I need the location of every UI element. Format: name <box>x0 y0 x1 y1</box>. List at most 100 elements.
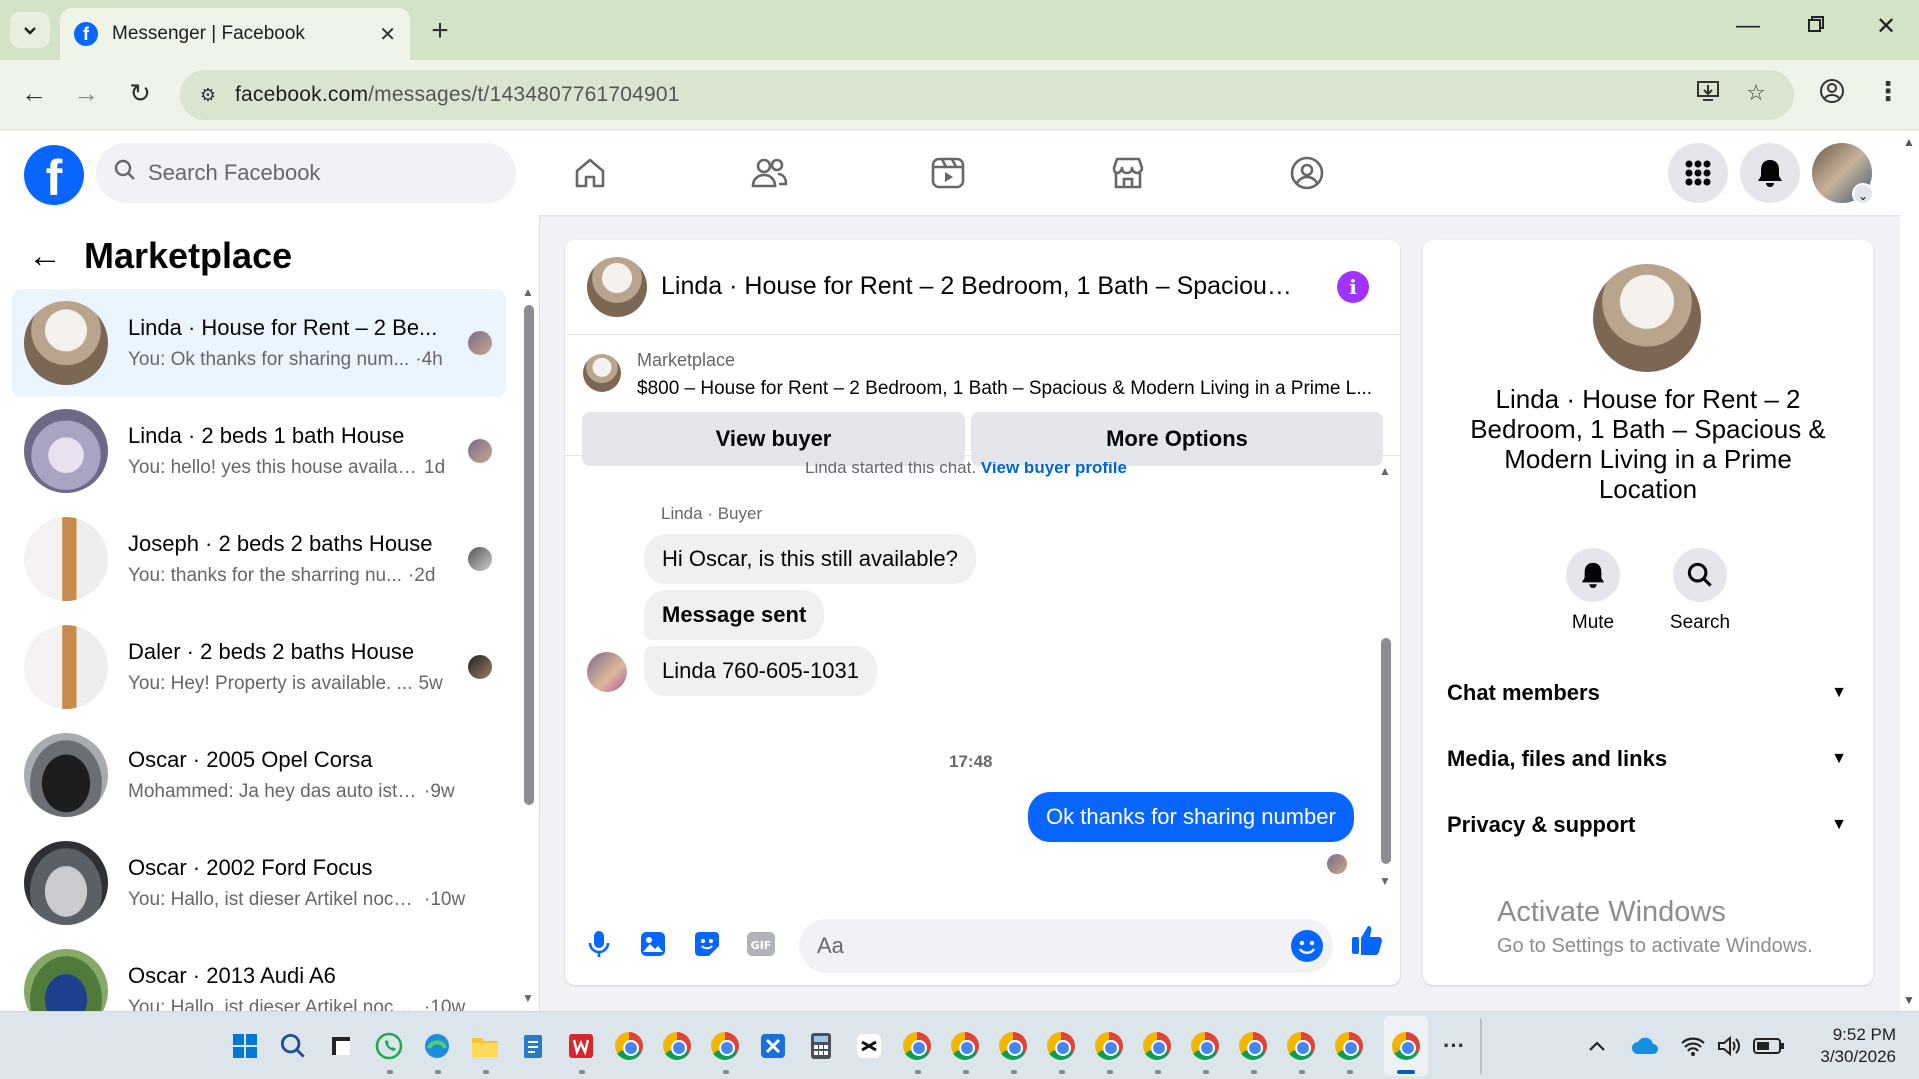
more-apps-button[interactable]: ··· <box>1437 1029 1471 1063</box>
page-scrollbar[interactable]: ▲ ▼ <box>1900 131 1919 1011</box>
conversation-list-scrollbar[interactable]: ▲ ▼ <box>520 285 538 1011</box>
notifications-button[interactable] <box>1740 143 1800 203</box>
message-bubble[interactable]: Message sent <box>644 590 825 640</box>
taskbar-search-icon[interactable] <box>276 1029 310 1063</box>
back-arrow-icon[interactable]: ← <box>28 237 62 276</box>
emoji-icon[interactable] <box>1291 930 1323 962</box>
vscode-icon[interactable] <box>756 1029 790 1063</box>
sticker-icon[interactable] <box>690 927 724 961</box>
scroll-up-icon[interactable]: ▲ <box>522 285 534 299</box>
tab-search-button[interactable] <box>10 12 50 48</box>
scroll-up-icon[interactable]: ▲ <box>1903 135 1915 149</box>
file-explorer-icon[interactable] <box>468 1029 502 1063</box>
calculator-icon[interactable] <box>804 1029 838 1063</box>
whatsapp-icon[interactable] <box>372 1029 406 1063</box>
onedrive-cloud-icon[interactable] <box>1628 1029 1662 1063</box>
conversation-item[interactable]: Oscar · 2005 Opel Corsa Mohammed: Ja hey… <box>12 721 506 829</box>
conversation-item[interactable]: Joseph · 2 beds 2 baths House You: thank… <box>12 505 506 613</box>
task-view-icon[interactable] <box>324 1029 358 1063</box>
photo-icon[interactable] <box>636 927 670 961</box>
conversation-item[interactable]: Linda · 2 beds 1 bath House You: hello! … <box>12 397 506 505</box>
mute-button[interactable]: Mute <box>1553 548 1633 634</box>
wifi-icon[interactable] <box>1676 1029 1710 1063</box>
scroll-down-icon[interactable]: ▼ <box>1903 993 1915 1007</box>
message-input[interactable]: Aa <box>799 919 1333 973</box>
browser-tab-messenger[interactable]: f Messenger | Facebook ✕ <box>60 8 410 60</box>
restore-window-button[interactable] <box>1796 12 1836 40</box>
capcut-icon[interactable] <box>852 1029 886 1063</box>
message-bubble[interactable]: Linda 760-605-1031 <box>644 646 877 696</box>
conversation-item[interactable]: Linda · House for Rent – 2 Be... You: Ok… <box>12 289 506 397</box>
show-hidden-icons-chevron-icon[interactable] <box>1580 1029 1614 1063</box>
scrollbar-thumb[interactable] <box>1381 638 1391 864</box>
facebook-logo[interactable]: f <box>24 145 84 206</box>
battery-icon[interactable] <box>1752 1029 1786 1063</box>
profile-icon[interactable] <box>1816 78 1848 110</box>
forward-button[interactable]: → <box>68 78 104 109</box>
privacy-support-section[interactable]: Privacy & support ▼ <box>1447 812 1847 838</box>
chat-members-section[interactable]: Chat members ▼ <box>1447 680 1847 706</box>
listing-description[interactable]: $800 – House for Rent – 2 Bedroom, 1 Bat… <box>637 378 1377 400</box>
video-nav-icon[interactable] <box>923 153 973 193</box>
address-bar[interactable]: ⚙ facebook.com/messages/t/14348077617049… <box>180 70 1794 120</box>
system-clock[interactable]: 9:52 PM 3/30/2026 <box>1800 1024 1896 1068</box>
browser-menu-icon[interactable]: ⋮ <box>1872 76 1904 107</box>
close-tab-icon[interactable]: ✕ <box>379 22 396 47</box>
account-avatar[interactable]: ⌄ <box>1812 143 1874 205</box>
start-button[interactable] <box>228 1029 262 1063</box>
home-nav-icon[interactable] <box>565 153 615 193</box>
scroll-up-icon[interactable]: ▲ <box>1379 464 1391 478</box>
active-chrome-icon[interactable] <box>1389 1029 1423 1063</box>
chrome-profile-icon[interactable] <box>1332 1029 1366 1063</box>
friends-nav-icon[interactable] <box>744 153 794 193</box>
site-info-icon[interactable]: ⚙ <box>194 81 222 109</box>
new-tab-button[interactable]: + <box>425 14 455 48</box>
gif-icon[interactable]: GIF <box>744 927 778 961</box>
office-app-icon[interactable] <box>564 1029 598 1063</box>
conversation-item[interactable]: Daler · 2 beds 2 baths House You: Hey! P… <box>12 613 506 721</box>
media-files-links-section[interactable]: Media, files and links ▼ <box>1447 746 1847 772</box>
chrome-profile-icon[interactable] <box>948 1029 982 1063</box>
listing-thumbnail[interactable] <box>583 354 621 392</box>
conversation-item[interactable]: Oscar · 2013 Audi A6 You: Hallo, ist die… <box>12 937 506 1011</box>
chrome-profile-icon[interactable] <box>660 1029 694 1063</box>
chrome-profile-icon[interactable] <box>708 1029 742 1063</box>
chrome-icon[interactable] <box>612 1029 646 1063</box>
chrome-profile-icon[interactable] <box>1092 1029 1126 1063</box>
more-options-button[interactable]: More Options <box>971 412 1383 466</box>
scrollbar-thumb[interactable] <box>524 305 534 805</box>
message-bubble[interactable]: Hi Oscar, is this still available? <box>644 534 976 584</box>
notepad-icon[interactable] <box>516 1029 550 1063</box>
edge-icon[interactable] <box>420 1029 454 1063</box>
chrome-profile-icon[interactable] <box>1140 1029 1174 1063</box>
my-message-bubble[interactable]: Ok thanks for sharing number <box>1028 792 1354 842</box>
chrome-profile-icon[interactable] <box>1236 1029 1270 1063</box>
chrome-profile-icon[interactable] <box>1188 1029 1222 1063</box>
thumbs-up-icon[interactable] <box>1350 923 1384 957</box>
chrome-profile-icon[interactable] <box>1044 1029 1078 1063</box>
search-in-conversation-button[interactable]: Search <box>1660 548 1740 634</box>
chrome-profile-icon[interactable] <box>900 1029 934 1063</box>
minimize-window-button[interactable]: — <box>1728 12 1768 40</box>
search-facebook-input[interactable]: Search Facebook <box>96 143 516 203</box>
install-app-icon[interactable] <box>1692 80 1724 108</box>
view-buyer-profile-link[interactable]: View buyer profile <box>981 462 1127 477</box>
chat-avatar[interactable] <box>587 257 647 317</box>
microphone-icon[interactable] <box>582 927 616 961</box>
info-icon[interactable]: i <box>1337 271 1369 303</box>
chat-title[interactable]: Linda · House for Rent – 2 Bedroom, 1 Ba… <box>661 272 1301 301</box>
scroll-down-icon[interactable]: ▼ <box>522 991 534 1005</box>
chat-scrollbar[interactable]: ▲ ▼ <box>1377 462 1395 892</box>
volume-icon[interactable] <box>1712 1029 1746 1063</box>
close-window-button[interactable]: ✕ <box>1866 12 1906 41</box>
back-button[interactable]: ← <box>16 78 52 109</box>
scroll-down-icon[interactable]: ▼ <box>1379 874 1391 888</box>
url-text[interactable]: facebook.com/messages/t/1434807761704901 <box>235 83 680 107</box>
chrome-profile-icon[interactable] <box>1284 1029 1318 1063</box>
chrome-profile-icon[interactable] <box>996 1029 1030 1063</box>
reload-button[interactable]: ↻ <box>122 78 158 109</box>
sender-avatar[interactable] <box>587 652 627 692</box>
gaming-nav-icon[interactable] <box>1282 153 1332 193</box>
marketplace-nav-icon[interactable] <box>1103 153 1153 193</box>
conversation-item[interactable]: Oscar · 2002 Ford Focus You: Hallo, ist … <box>12 829 506 937</box>
